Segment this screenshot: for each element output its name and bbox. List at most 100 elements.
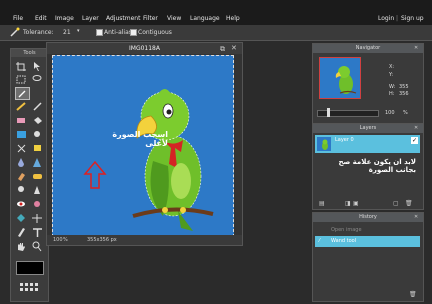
navigator-zoom-value[interactable]: 100 <box>385 110 395 116</box>
pen-tool-icon[interactable] <box>15 227 28 238</box>
history-item-label: Wand tool <box>331 238 357 244</box>
navigator-title: Navigator <box>313 44 423 53</box>
pencil-tool-icon[interactable] <box>15 101 28 112</box>
sponge-tool-icon[interactable] <box>31 171 44 182</box>
menu-separator: | <box>396 15 399 22</box>
history-delete-icon[interactable]: 🗑 <box>409 291 417 298</box>
tolerance-dropdown-icon[interactable]: ▾ <box>77 28 80 34</box>
bloat-tool-icon[interactable] <box>15 213 28 224</box>
tools-panel: Tools <box>10 48 49 302</box>
tolerance-input[interactable]: 21 <box>63 29 71 36</box>
delete-layer-icon[interactable]: 🗑 <box>405 200 413 207</box>
brush-tool-icon[interactable] <box>31 101 44 112</box>
contiguous-label: Contiguous <box>138 29 172 36</box>
navigator-zoom-slider-handle[interactable] <box>327 108 330 117</box>
marquee-tool-icon[interactable] <box>15 74 28 85</box>
maximize-icon[interactable]: ⧉ <box>220 45 225 54</box>
layers-title: Layers <box>313 124 423 133</box>
menu-adjustment[interactable]: Adjustment <box>106 15 140 22</box>
menu-edit[interactable]: Edit <box>35 15 47 22</box>
history-title: History <box>313 213 423 222</box>
hand-tool-icon[interactable] <box>15 241 28 252</box>
tools-panel-title: Tools <box>11 49 48 57</box>
tolerance-label: Tolerance: <box>23 29 54 36</box>
menu-language[interactable]: Language <box>190 15 220 22</box>
lasso-tool-icon[interactable] <box>31 74 44 85</box>
navigator-close-icon[interactable]: ✕ <box>414 45 418 51</box>
navigator-w-label: W: <box>389 84 396 90</box>
navigator-w-value: 355 <box>399 84 409 90</box>
contiguous-checkbox[interactable] <box>130 29 137 36</box>
history-close-icon[interactable]: ✕ <box>414 214 418 220</box>
blur-tool-icon[interactable] <box>15 157 28 168</box>
navigator-thumbnail[interactable] <box>319 57 361 99</box>
history-item-active[interactable]: ⁄ Wand tool <box>315 236 420 247</box>
sharpen-tool-icon[interactable] <box>31 157 44 168</box>
layer-visibility-checkbox-icon[interactable]: ✓ <box>411 137 418 144</box>
menu-file[interactable]: File <box>13 15 23 22</box>
document-title: IMG0118A <box>47 43 242 54</box>
document-window: IMG0118A ⧉ ✕ اسحب الصورة لأعلى 100 % 355… <box>46 42 243 246</box>
menu-view[interactable]: View <box>167 15 181 22</box>
spot-heal-tool-icon[interactable] <box>31 199 44 210</box>
eraser-tool-icon[interactable] <box>15 115 28 126</box>
history-item-label: Open image <box>331 227 362 233</box>
move-tool-icon[interactable] <box>31 61 44 72</box>
navigator-zoom-unit: % <box>403 110 408 116</box>
menu-filter[interactable]: Filter <box>143 15 158 22</box>
red-eye-tool-icon[interactable] <box>15 199 28 210</box>
foreground-color-swatch[interactable] <box>16 261 44 275</box>
layer-styles-icon[interactable]: ▣ <box>353 200 359 207</box>
history-panel: History ✕ Open image ⁄ Wand tool 🗑 <box>312 212 424 302</box>
navigator-h-value: 356 <box>399 91 409 97</box>
navigator-x-label: X: <box>389 64 395 70</box>
fill-tool-icon[interactable] <box>31 115 44 126</box>
menu-bar: File Edit Image Layer Adjustment Filter … <box>0 0 432 25</box>
burn-tool-icon[interactable] <box>31 185 44 196</box>
layer-thumbnail <box>317 137 331 151</box>
image-canvas[interactable]: اسحب الصورة لأعلى <box>52 55 234 237</box>
doc-zoom-unit: % <box>63 237 68 243</box>
color-replace-tool-icon[interactable] <box>31 129 44 140</box>
layer-mask-icon[interactable]: ◨ <box>345 200 351 207</box>
dodge-tool-icon[interactable] <box>15 185 28 196</box>
antialias-label: Anti-alias <box>104 29 132 36</box>
stamp-tool-icon[interactable] <box>31 143 44 154</box>
magic-wand-icon <box>10 27 20 39</box>
layers-panel: Layers ✕ Layer 0 ✓ لابد ان يكون علامة صح… <box>312 123 424 210</box>
doc-zoom-value[interactable]: 100 <box>53 235 63 245</box>
gradient-tool-icon[interactable] <box>15 129 28 140</box>
navigator-panel: Navigator ✕ X: Y: W: 355 H: 356 100 % <box>312 43 424 125</box>
layer-row[interactable]: Layer 0 ✓ <box>315 135 420 153</box>
parrot-thumbnail-icon <box>335 66 357 94</box>
crop-tool-icon[interactable] <box>15 61 28 72</box>
wand-history-icon: ⁄ <box>319 238 320 244</box>
grid-toggle-icon[interactable] <box>16 281 42 293</box>
clone-tool-icon[interactable] <box>15 143 28 154</box>
layer-properties-icon[interactable]: ▤ <box>319 200 325 207</box>
drag-image-up-annotation: اسحب الصورة لأعلى <box>112 130 168 148</box>
layers-close-icon[interactable]: ✕ <box>414 125 418 131</box>
doc-size: 355x356 px <box>87 237 117 243</box>
signup-link[interactable]: Sign up <box>401 15 424 22</box>
type-tool-icon[interactable] <box>31 227 44 238</box>
layers-toolbar: ▤ ◨ ▣ ▢ 🗑 <box>319 200 417 208</box>
navigator-y-label: Y: <box>389 72 394 78</box>
layer-name[interactable]: Layer 0 <box>335 137 354 143</box>
login-link[interactable]: Login <box>378 15 394 22</box>
history-item[interactable]: Open image <box>315 225 420 235</box>
menu-image[interactable]: Image <box>55 15 74 22</box>
magic-wand-tool-icon[interactable] <box>15 87 30 100</box>
menu-layer[interactable]: Layer <box>82 15 99 22</box>
antialias-checkbox[interactable] <box>96 29 103 36</box>
layer-visibility-annotation: لابد ان يكون علامة صح بجانب الصورة <box>338 158 416 174</box>
smudge-tool-icon[interactable] <box>15 171 28 182</box>
navigator-h-label: H: <box>389 91 395 97</box>
new-layer-icon[interactable]: ▢ <box>393 200 399 207</box>
close-icon[interactable]: ✕ <box>231 44 237 52</box>
zoom-tool-icon[interactable] <box>31 241 44 252</box>
tool-options-bar: Tolerance: 21 ▾ Anti-alias Contiguous <box>0 25 432 41</box>
pinch-tool-icon[interactable] <box>31 213 44 224</box>
menu-help[interactable]: Help <box>226 15 240 22</box>
document-status-bar: 100 % 355x356 px <box>47 235 242 245</box>
